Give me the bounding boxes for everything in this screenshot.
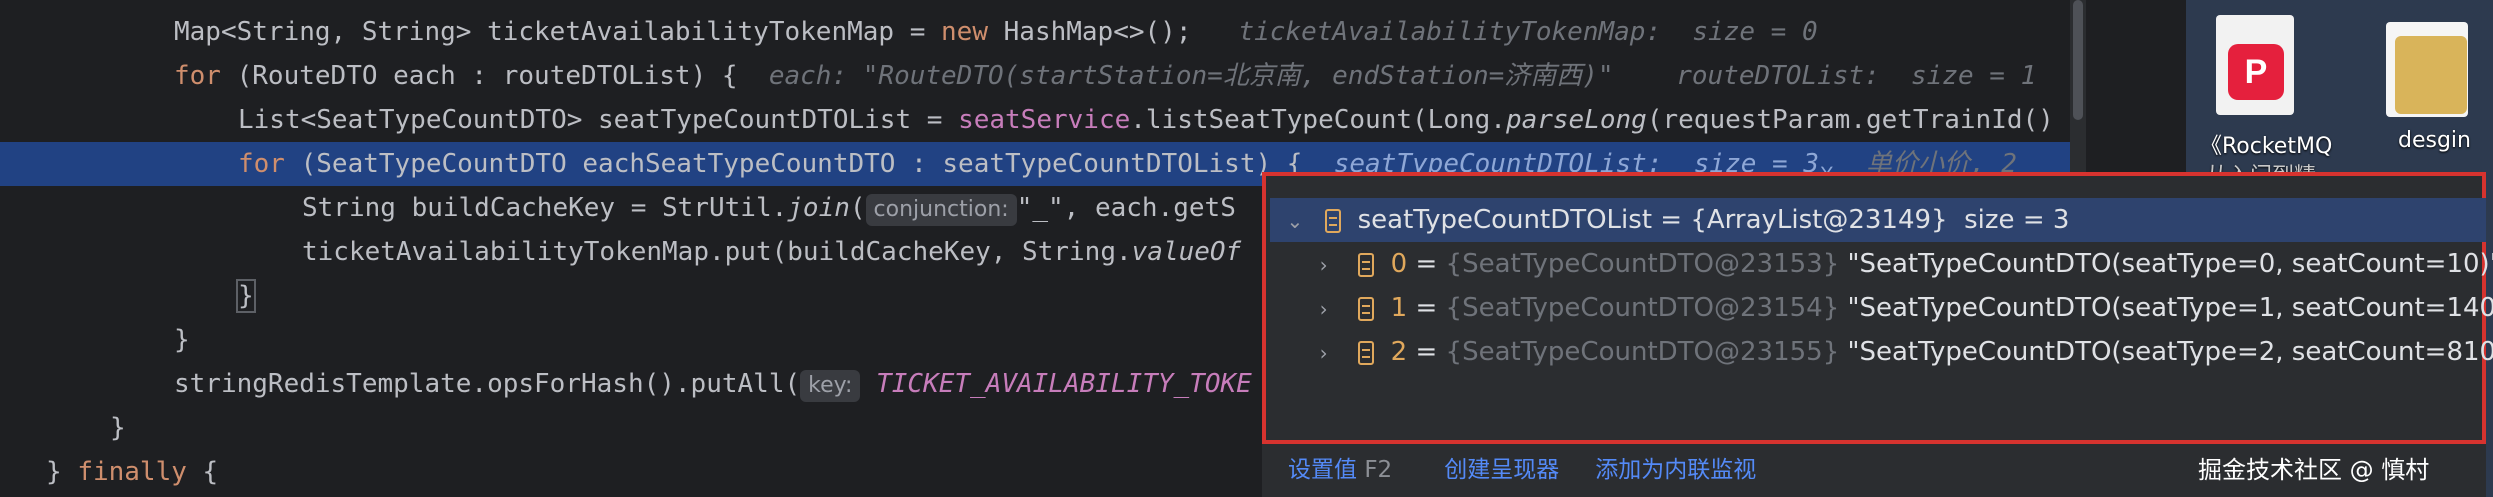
create-renderer-link[interactable]: 创建呈现器 <box>1444 457 1559 483</box>
param-hint-chip: key: <box>800 370 861 402</box>
debug-popup-tree[interactable]: ⌄ seatTypeCountDTOList = {ArrayList@2314… <box>1262 172 2493 444</box>
watermark: 掘金技术社区 @ 慎村 <box>2198 456 2430 484</box>
object-variable-icon <box>1358 252 1375 277</box>
param-hint-chip: conjunction: <box>865 194 1017 226</box>
tree-root-row[interactable]: ⌄ seatTypeCountDTOList = {ArrayList@2314… <box>1270 198 2486 242</box>
list-variable-icon <box>1325 208 1342 233</box>
pdf-badge-icon: P <box>2228 44 2284 100</box>
debug-popup-footer: 设置值 F2 创建呈现器 添加为内联监视 <box>1262 448 1756 492</box>
set-value-shortcut: F2 <box>1364 457 1393 483</box>
tree-item-row[interactable]: › 0 = {SeatTypeCountDTO@23153} "SeatType… <box>1270 242 2493 287</box>
desktop-folder-label[interactable]: desgin <box>2398 128 2471 153</box>
tree-item-row[interactable]: › 1 = {SeatTypeCountDTO@23154} "SeatType… <box>1270 286 2493 331</box>
code-line: for (RouteDTO each : routeDTOList) { eac… <box>174 61 2037 91</box>
tree-item-row[interactable]: › 2 = {SeatTypeCountDTO@23155} "SeatType… <box>1270 330 2493 375</box>
set-value-link[interactable]: 设置值 <box>1288 457 1357 483</box>
object-variable-icon <box>1358 296 1375 321</box>
code-line: Map<String, String> ticketAvailabilityTo… <box>174 17 1818 47</box>
add-inline-watch-link[interactable]: 添加为内联监视 <box>1595 457 1756 483</box>
chevron-right-icon[interactable]: › <box>1320 287 1342 331</box>
code-line: List<SeatTypeCountDTO> seatTypeCountDTOL… <box>238 105 2054 135</box>
scrollbar-thumb[interactable] <box>2073 0 2083 120</box>
chevron-right-icon[interactable]: › <box>1320 243 1342 287</box>
debug-inline-hint: each: "RouteDTO(startStation=北京南, endSta… <box>768 61 2037 91</box>
chevron-down-icon[interactable]: ⌄ <box>1287 199 1309 243</box>
chevron-right-icon[interactable]: › <box>1320 331 1342 375</box>
desktop-file-label[interactable]: 《RocketMQ <box>2200 128 2332 160</box>
debug-inline-hint: ticketAvailabilityTokenMap: size = 0 <box>1238 17 1818 47</box>
object-variable-icon <box>1358 340 1375 365</box>
